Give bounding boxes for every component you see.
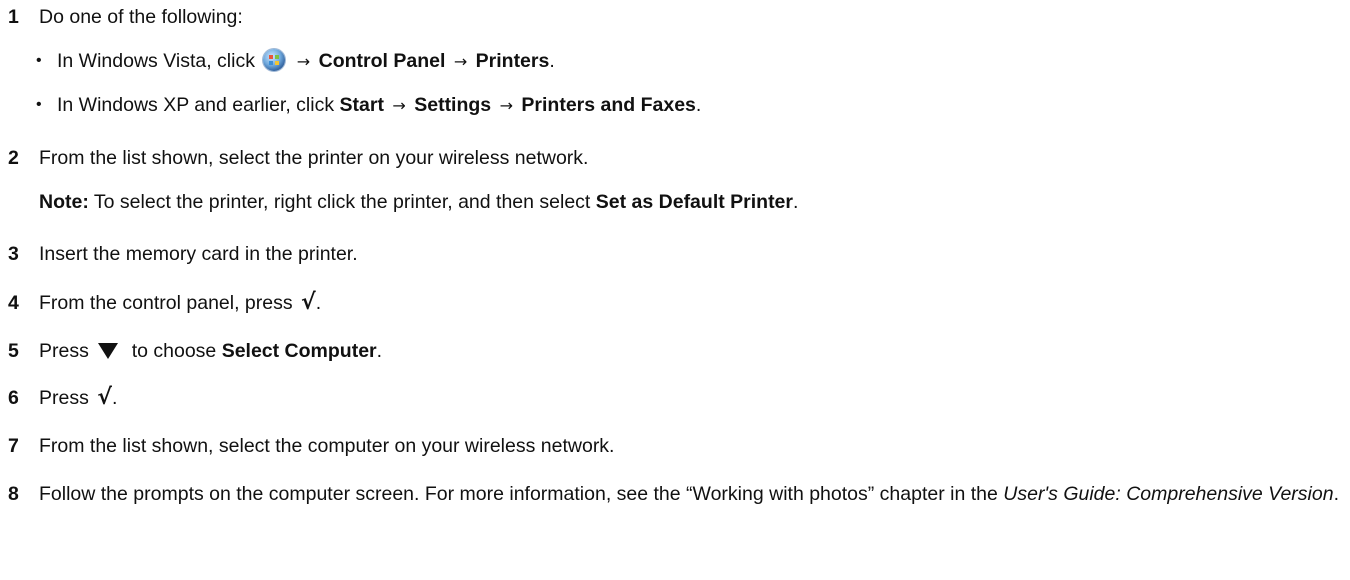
menu-control-panel: Control Panel: [318, 50, 446, 72]
bullet-dot: •: [36, 52, 42, 69]
arrow-icon: →: [499, 96, 513, 115]
step-number: 4: [8, 292, 19, 314]
note-label: Note:: [39, 191, 89, 213]
windows-start-orb-icon: [263, 49, 286, 71]
step-number: 5: [8, 340, 19, 362]
step-2: 2 From the list shown, select the printe…: [8, 146, 1340, 170]
step-text: From the list shown, select the computer…: [39, 435, 615, 457]
users-guide-title: User's Guide: Comprehensive Version: [1003, 483, 1334, 505]
step-6: 6 Press √.: [8, 385, 118, 410]
step-number: 2: [8, 147, 19, 169]
menu-start: Start: [339, 94, 384, 116]
step-number: 7: [8, 435, 19, 457]
step-number: 6: [8, 387, 19, 409]
step-number: 8: [8, 483, 19, 505]
bullet-dot: •: [36, 96, 42, 113]
check-icon: √: [301, 290, 316, 315]
step-text: Insert the memory card in the printer.: [39, 243, 358, 265]
instruction-page: 1 Do one of the following: • In Windows …: [0, 0, 1350, 580]
menu-printers-and-faxes: Printers and Faxes: [521, 94, 696, 116]
menu-settings: Settings: [414, 94, 492, 116]
step-4: 4 From the control panel, press √.: [8, 290, 322, 315]
arrow-icon: →: [392, 96, 406, 115]
step-8: 8 Follow the prompts on the computer scr…: [8, 483, 1339, 505]
step-text: From the control panel, press: [39, 292, 293, 314]
arrow-icon: →: [296, 52, 311, 71]
step-number: 1: [8, 6, 19, 28]
select-computer: Select Computer: [221, 340, 377, 362]
step-text: Follow the prompts on the computer scree…: [39, 483, 998, 505]
set-as-default-printer: Set as Default Printer: [595, 191, 793, 213]
step-1: 1 Do one of the following:: [8, 5, 1340, 29]
step-number: 3: [8, 243, 19, 265]
bullet-windows-xp: • In Windows XP and earlier, click Start…: [36, 94, 702, 116]
arrow-icon: →: [453, 52, 468, 71]
step-5: 5 Press to choose Select Computer.: [8, 340, 383, 362]
step-7: 7 From the list shown, select the comput…: [8, 434, 1340, 458]
step-3: 3 Insert the memory card in the printer.: [8, 242, 1340, 266]
note: Note: To select the printer, right click…: [39, 191, 799, 213]
menu-printers: Printers: [475, 50, 550, 72]
step-text: From the list shown, select the printer …: [39, 147, 589, 169]
down-triangle-icon: [98, 343, 119, 359]
step-text: Do one of the following:: [39, 6, 243, 28]
check-icon: √: [97, 385, 112, 410]
bullet-windows-vista: • In Windows Vista, click → Control Pane…: [36, 49, 555, 72]
